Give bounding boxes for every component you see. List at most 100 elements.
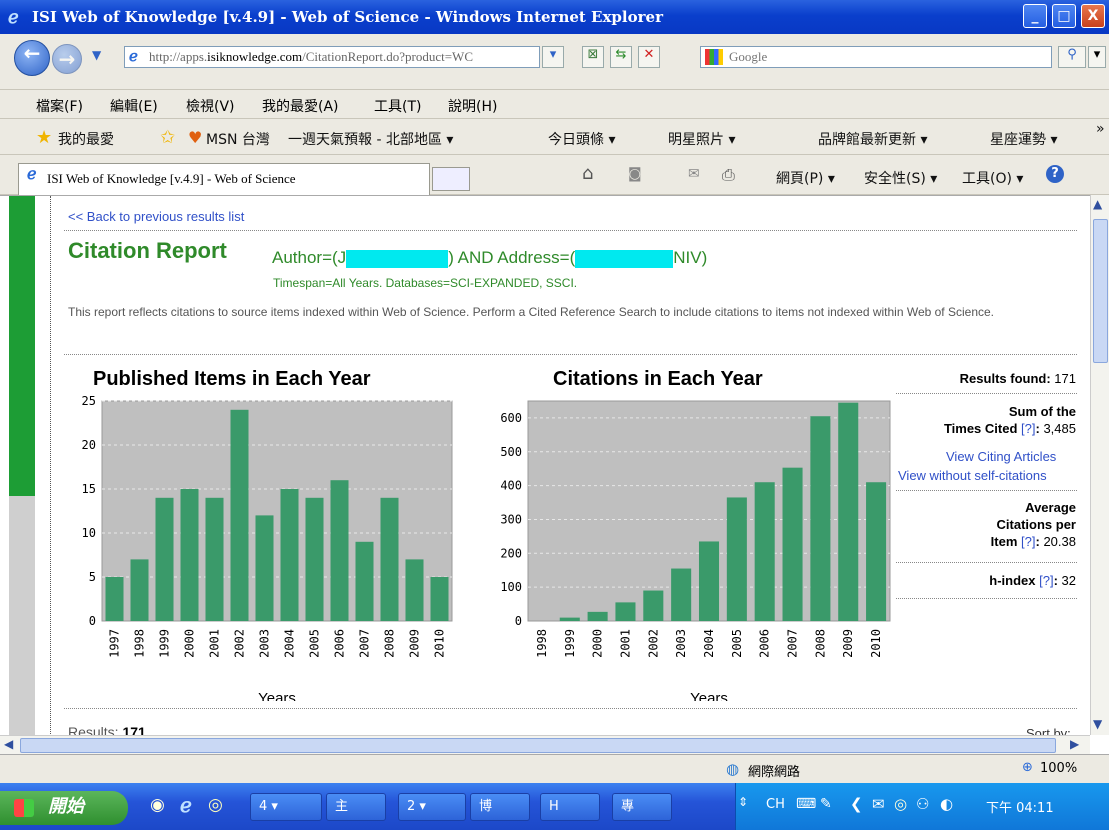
y-tick-label: 200 (500, 546, 522, 560)
favorites-button[interactable]: 我的最愛 (58, 129, 114, 149)
menu-tools[interactable]: 工具(T) (374, 96, 421, 116)
fav-headlines[interactable]: 今日頭條 ▾ (548, 129, 615, 149)
fav-horoscope[interactable]: 星座運勢 ▾ (990, 129, 1057, 149)
left-divider (50, 196, 51, 735)
fav-weather[interactable]: 一週天氣預報 - 北部地區 ▾ (288, 129, 453, 149)
history-dropdown-icon[interactable]: ▼ (92, 48, 101, 62)
refresh-icon[interactable]: ⇆ (610, 46, 632, 68)
pen-icon[interactable]: ✎ (820, 796, 832, 812)
keyboard-icon[interactable]: ⌨ (796, 796, 816, 812)
hscroll-thumb[interactable] (20, 738, 1056, 753)
volume-tray-icon[interactable]: ◐ (940, 795, 953, 813)
menu-file[interactable]: 檔案(F) (36, 96, 83, 116)
taskbar-ie-group[interactable]: 4 ▾ (250, 793, 322, 821)
stop-icon[interactable]: ✕ (638, 46, 660, 68)
tray-scroll-icon[interactable]: ⇕ (738, 795, 748, 809)
close-button[interactable]: X (1081, 4, 1105, 28)
mail-tray-icon[interactable]: ✉ (872, 795, 885, 813)
redaction-block (575, 249, 674, 268)
language-indicator[interactable]: CH (766, 797, 785, 812)
times-cited-label: Times Cited (943, 421, 1018, 436)
minimize-button[interactable]: _ (1023, 4, 1047, 28)
page-content: << Back to previous results list Citatio… (0, 195, 1109, 735)
search-input[interactable]: Google (700, 46, 1052, 68)
google-icon (705, 49, 723, 65)
scroll-left-icon[interactable]: ◀ (4, 737, 13, 751)
bar (330, 480, 349, 621)
results-found: Results found: 171 (900, 370, 1076, 387)
rss-icon[interactable]: ◙ (628, 166, 642, 182)
address-dropdown-icon[interactable]: ▾ (542, 46, 564, 68)
compatibility-icon[interactable]: ⊠ (582, 46, 604, 68)
tools-menu[interactable]: 工具(O) ▾ (962, 168, 1023, 188)
scroll-down-icon[interactable]: ▼ (1093, 717, 1102, 731)
fav-stars[interactable]: 明星照片 ▾ (668, 129, 735, 149)
horizontal-scrollbar[interactable]: ◀ ▶ (0, 735, 1090, 754)
y-tick-label: 0 (515, 614, 522, 628)
home-icon[interactable]: ⌂ (582, 163, 593, 184)
add-favorite-icon[interactable]: ✩ (160, 127, 175, 148)
taskbar-group-2[interactable]: 2 ▾ (398, 793, 466, 821)
maximize-button[interactable]: □ (1052, 4, 1076, 28)
view-without-self-citations-link[interactable]: View without self-citations (898, 468, 1047, 483)
scroll-right-icon[interactable]: ▶ (1070, 737, 1079, 751)
window-title: ISI Web of Knowledge [v.4.9] - Web of Sc… (32, 8, 663, 26)
divider (64, 354, 1077, 355)
search-options-icon[interactable]: ▾ (1088, 46, 1106, 68)
taskbar-project[interactable]: 專 (612, 793, 672, 821)
menu-view[interactable]: 檢視(V) (186, 96, 235, 116)
divider (64, 230, 1077, 231)
x-tick-label: 2001 (208, 629, 222, 658)
bar (838, 402, 859, 621)
safety-menu[interactable]: 安全性(S) ▾ (864, 168, 937, 188)
bar (782, 467, 803, 621)
menu-bar: 檔案(F) 編輯(E) 檢視(V) 我的最愛(A) 工具(T) 說明(H) (0, 90, 1109, 119)
back-arrow-icon[interactable]: ← (14, 40, 50, 76)
network-tray-icon[interactable]: ⚇ (916, 795, 929, 813)
divider (64, 708, 1077, 709)
fav-brands[interactable]: 品牌館最新更新 ▾ (818, 129, 927, 149)
help-link[interactable]: [?] (1039, 573, 1053, 588)
tab-web-of-science[interactable]: ℯ ISI Web of Knowledge [v.4.9] - Web of … (18, 163, 430, 195)
vertical-scrollbar[interactable]: ▲ ▼ (1090, 195, 1109, 735)
help-link[interactable]: [?] (1021, 534, 1035, 549)
y-tick-label: 25 (82, 394, 96, 408)
menu-favorites[interactable]: 我的最愛(A) (262, 96, 339, 116)
page-menu[interactable]: 網頁(P) ▾ (776, 168, 835, 188)
taskbar-folder[interactable]: 主 (326, 793, 386, 821)
fav-more[interactable]: » (1096, 121, 1105, 137)
zoom-level[interactable]: 100% (1040, 761, 1077, 776)
help-icon[interactable]: ? (1046, 165, 1064, 183)
back-to-results-link[interactable]: << Back to previous results list (68, 209, 244, 224)
help-link[interactable]: [?] (1021, 421, 1035, 436)
quicklaunch-ie-icon[interactable]: ℯ (180, 793, 192, 817)
scroll-thumb[interactable] (1093, 219, 1108, 363)
x-tick-label: 2002 (646, 629, 660, 658)
start-button[interactable]: 開始 (0, 791, 128, 825)
x-tick-label: 2003 (258, 629, 272, 658)
scroll-up-icon[interactable]: ▲ (1093, 197, 1102, 211)
zoom-icon[interactable]: ⊕ (1022, 760, 1033, 775)
taskbar-word[interactable]: H (540, 793, 600, 821)
menu-help[interactable]: 說明(H) (448, 96, 497, 116)
divider (896, 598, 1077, 599)
view-citing-articles-link[interactable]: View Citing Articles (946, 449, 1056, 464)
y-tick-label: 15 (82, 482, 96, 496)
fav-msn[interactable]: MSN 台灣 (206, 129, 270, 149)
address-input[interactable]: ℯ http://apps.isiknowledge.com/CitationR… (124, 46, 540, 68)
search-icon[interactable]: ⚲ (1058, 46, 1086, 68)
quicklaunch-app-icon[interactable]: ◎ (208, 795, 223, 815)
citations-chart: 0 100 200 300 400 500 600 1998 1999 2000 2001 2002 2… (500, 400, 891, 701)
forward-arrow-icon[interactable]: → (52, 44, 82, 74)
new-tab-button[interactable] (432, 167, 470, 191)
tray-expand-icon[interactable]: ❮ (850, 795, 863, 813)
app-tray-icon[interactable]: ◎ (894, 795, 907, 813)
menu-edit[interactable]: 編輯(E) (110, 96, 158, 116)
query-author: Author=(J (272, 248, 347, 267)
window-titlebar: ℯ ISI Web of Knowledge [v.4.9] - Web of … (0, 0, 1109, 34)
x-tick-label: 2009 (841, 629, 855, 658)
print-icon[interactable]: ⎙ (722, 165, 735, 185)
taskbar-doc[interactable]: 博 (470, 793, 530, 821)
mail-icon[interactable]: ✉ (688, 166, 700, 182)
quicklaunch-icon[interactable]: ◉ (150, 795, 165, 815)
